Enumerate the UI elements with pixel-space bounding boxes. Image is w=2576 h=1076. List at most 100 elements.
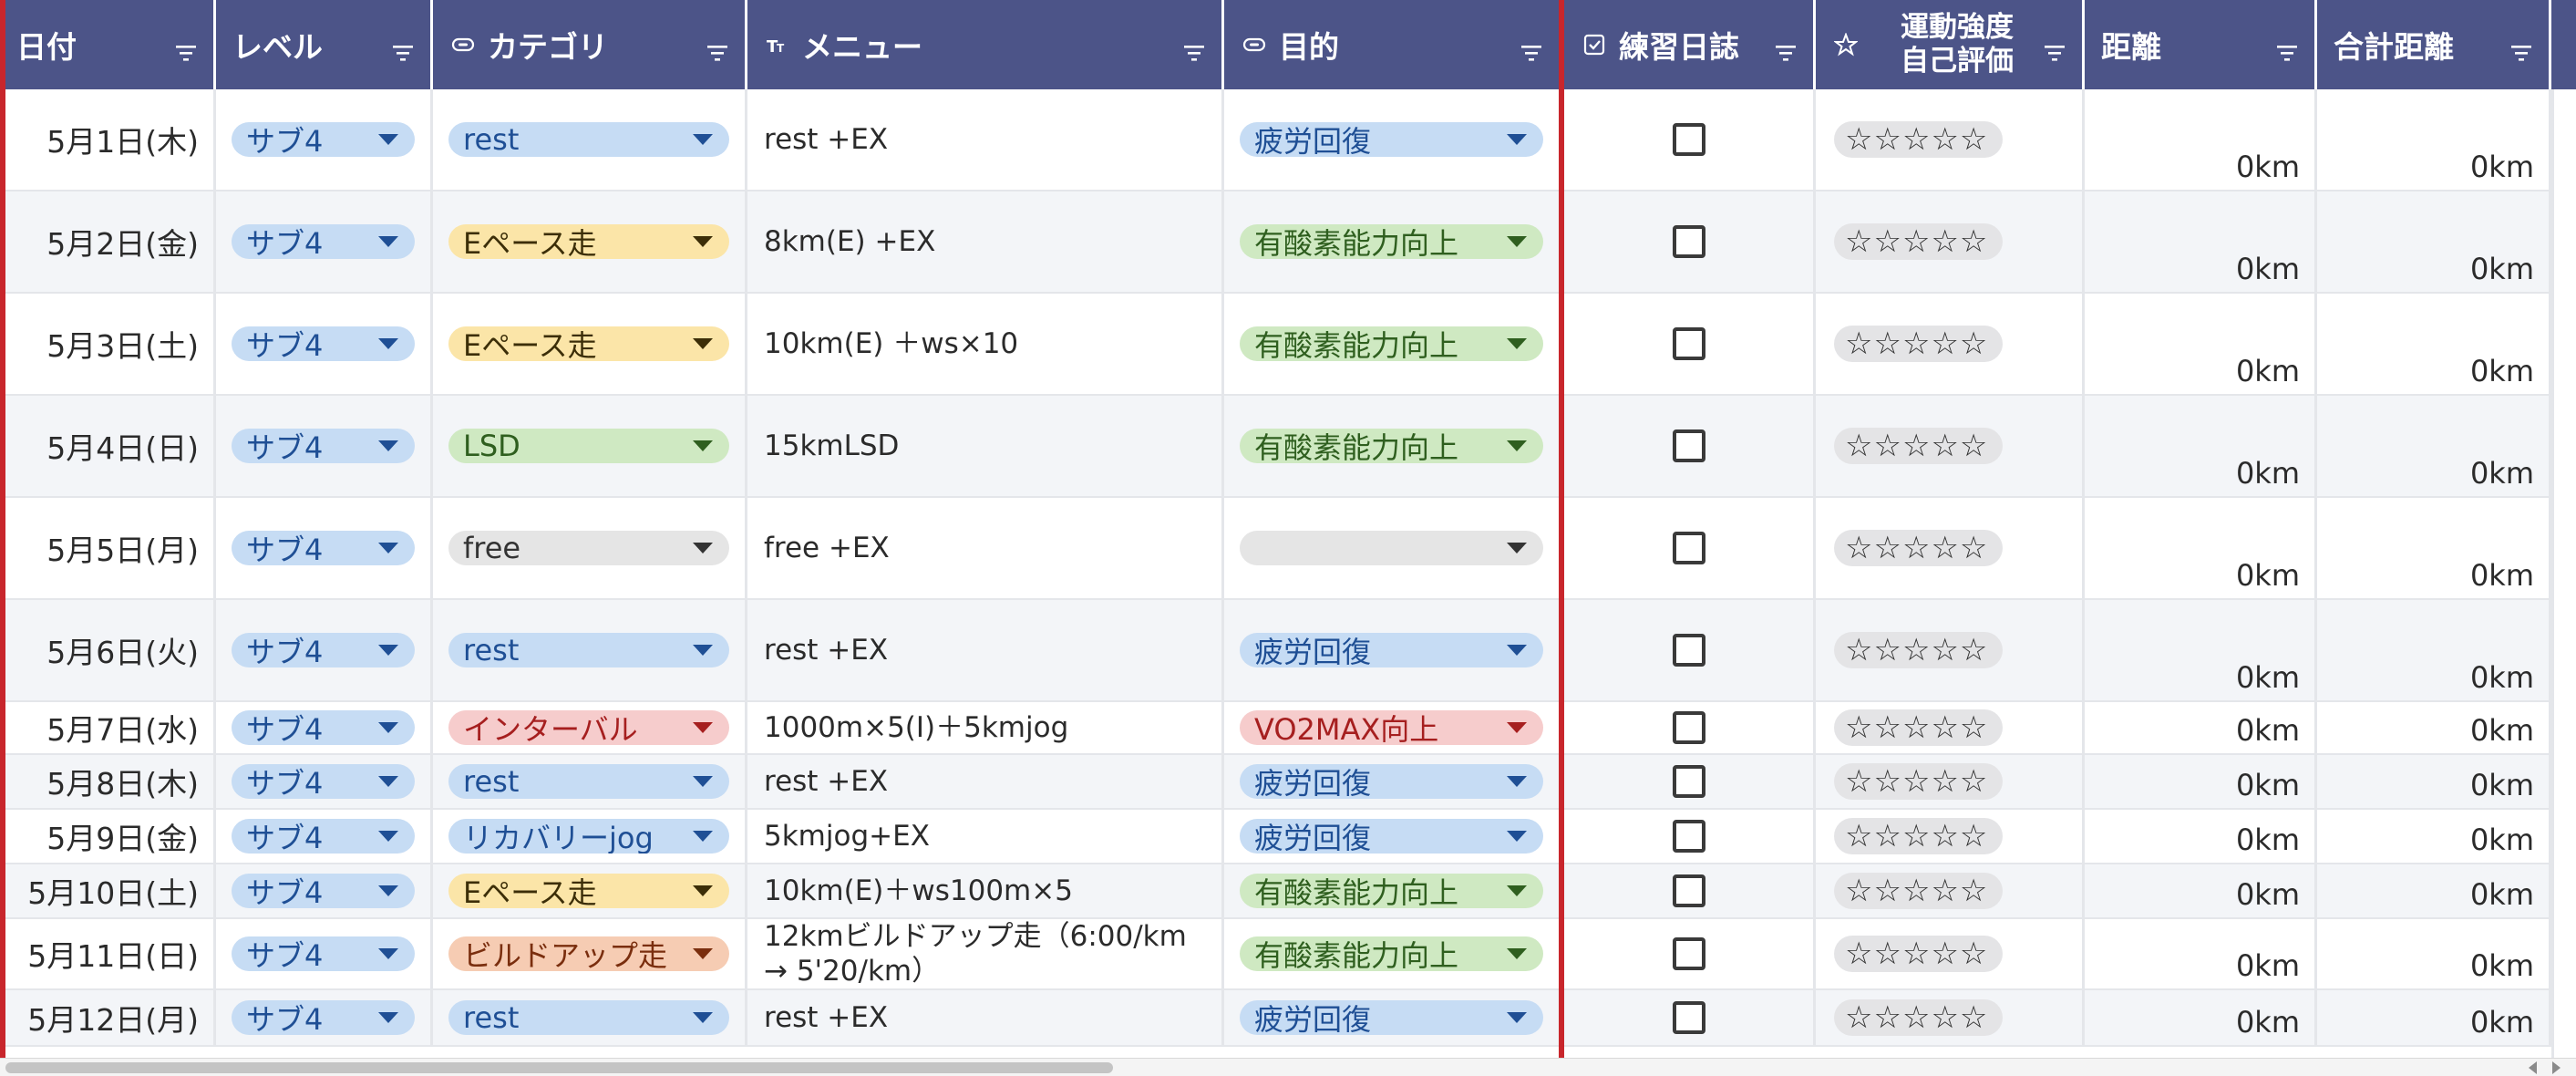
- star-rating[interactable]: ☆☆☆☆☆: [1834, 999, 2004, 1036]
- star-rating[interactable]: ☆☆☆☆☆: [1834, 936, 2004, 972]
- column-header-distance[interactable]: 距離: [2085, 0, 2317, 89]
- distance-cell[interactable]: 0km: [2085, 810, 2317, 864]
- menu-cell[interactable]: 5kmjog+EX: [747, 810, 1224, 864]
- log-cell[interactable]: [1564, 919, 1816, 990]
- purpose-cell[interactable]: [1224, 498, 1561, 600]
- date-cell[interactable]: 5月2日(金): [0, 191, 216, 294]
- practice-log-checkbox[interactable]: [1672, 937, 1705, 970]
- rating-cell[interactable]: ☆☆☆☆☆: [1816, 191, 2085, 294]
- category-cell[interactable]: rest: [433, 89, 747, 191]
- total-distance-cell[interactable]: 0km: [2317, 864, 2551, 919]
- category-select[interactable]: Eペース走: [448, 326, 729, 361]
- level-cell[interactable]: サブ4: [216, 600, 433, 702]
- distance-cell[interactable]: 0km: [2085, 864, 2317, 919]
- level-cell[interactable]: サブ4: [216, 294, 433, 396]
- column-header-total[interactable]: 合計距離: [2317, 0, 2551, 89]
- frozen-column-divider[interactable]: [1559, 0, 1564, 1058]
- purpose-cell[interactable]: 有酸素能力向上: [1224, 919, 1561, 990]
- filter-icon[interactable]: [2276, 35, 2298, 61]
- column-header-date[interactable]: 日付: [0, 0, 216, 89]
- date-cell[interactable]: 5月4日(日): [0, 396, 216, 498]
- practice-log-checkbox[interactable]: [1672, 429, 1705, 462]
- practice-log-checkbox[interactable]: [1672, 327, 1705, 360]
- purpose-cell[interactable]: VO2MAX向上: [1224, 702, 1561, 755]
- distance-cell[interactable]: 0km: [2085, 498, 2317, 600]
- total-distance-cell[interactable]: 0km: [2317, 990, 2551, 1047]
- rating-cell[interactable]: ☆☆☆☆☆: [1816, 89, 2085, 191]
- log-cell[interactable]: [1564, 864, 1816, 919]
- scrollbar-thumb[interactable]: [5, 1062, 1113, 1073]
- log-cell[interactable]: [1564, 396, 1816, 498]
- distance-cell[interactable]: 0km: [2085, 396, 2317, 498]
- category-cell[interactable]: ビルドアップ走: [433, 919, 747, 990]
- category-select[interactable]: rest: [448, 764, 729, 799]
- category-cell[interactable]: LSD: [433, 396, 747, 498]
- category-cell[interactable]: rest: [433, 990, 747, 1047]
- practice-log-checkbox[interactable]: [1672, 532, 1705, 564]
- level-cell[interactable]: サブ4: [216, 990, 433, 1047]
- menu-cell[interactable]: rest +EX: [747, 89, 1224, 191]
- level-cell[interactable]: サブ4: [216, 755, 433, 810]
- level-cell[interactable]: サブ4: [216, 702, 433, 755]
- category-select[interactable]: rest: [448, 633, 729, 667]
- log-cell[interactable]: [1564, 191, 1816, 294]
- level-cell[interactable]: サブ4: [216, 498, 433, 600]
- rating-cell[interactable]: ☆☆☆☆☆: [1816, 498, 2085, 600]
- date-cell[interactable]: 5月10日(土): [0, 864, 216, 919]
- menu-cell[interactable]: 15kmLSD: [747, 396, 1224, 498]
- menu-cell[interactable]: 1000m×5(I)＋5kmjog: [747, 702, 1224, 755]
- category-select[interactable]: rest: [448, 122, 729, 157]
- column-header-category[interactable]: カテゴリ: [433, 0, 747, 89]
- total-distance-cell[interactable]: 0km: [2317, 702, 2551, 755]
- filter-icon[interactable]: [392, 35, 414, 61]
- practice-log-checkbox[interactable]: [1672, 634, 1705, 667]
- category-select[interactable]: ビルドアップ走: [448, 936, 729, 971]
- category-cell[interactable]: Eペース走: [433, 294, 747, 396]
- level-cell[interactable]: サブ4: [216, 810, 433, 864]
- level-select[interactable]: サブ4: [232, 633, 415, 667]
- level-select[interactable]: サブ4: [232, 122, 415, 157]
- level-select[interactable]: サブ4: [232, 429, 415, 463]
- menu-cell[interactable]: 8km(E) +EX: [747, 191, 1224, 294]
- category-cell[interactable]: rest: [433, 600, 747, 702]
- practice-log-checkbox[interactable]: [1672, 874, 1705, 907]
- distance-cell[interactable]: 0km: [2085, 755, 2317, 810]
- purpose-select[interactable]: 疲労回復: [1240, 819, 1543, 854]
- star-rating[interactable]: ☆☆☆☆☆: [1834, 530, 2004, 566]
- purpose-select[interactable]: VO2MAX向上: [1240, 710, 1543, 745]
- rating-cell[interactable]: ☆☆☆☆☆: [1816, 702, 2085, 755]
- purpose-select[interactable]: 疲労回復: [1240, 764, 1543, 799]
- level-cell[interactable]: サブ4: [216, 89, 433, 191]
- level-select[interactable]: サブ4: [232, 224, 415, 259]
- log-cell[interactable]: [1564, 294, 1816, 396]
- level-cell[interactable]: サブ4: [216, 919, 433, 990]
- practice-log-checkbox[interactable]: [1672, 225, 1705, 258]
- level-select[interactable]: サブ4: [232, 874, 415, 908]
- purpose-select[interactable]: 有酸素能力向上: [1240, 429, 1543, 463]
- date-cell[interactable]: 5月12日(月): [0, 990, 216, 1047]
- distance-cell[interactable]: 0km: [2085, 89, 2317, 191]
- menu-cell[interactable]: 10km(E)＋ws100m×5: [747, 864, 1224, 919]
- star-rating[interactable]: ☆☆☆☆☆: [1834, 121, 2004, 158]
- menu-cell[interactable]: 10km(E) ＋ws×10: [747, 294, 1224, 396]
- star-rating[interactable]: ☆☆☆☆☆: [1834, 326, 2004, 362]
- total-distance-cell[interactable]: 0km: [2317, 810, 2551, 864]
- level-select[interactable]: サブ4: [232, 710, 415, 745]
- category-select[interactable]: free: [448, 531, 729, 565]
- filter-icon[interactable]: [1775, 35, 1797, 61]
- date-cell[interactable]: 5月9日(金): [0, 810, 216, 864]
- purpose-cell[interactable]: 疲労回復: [1224, 810, 1561, 864]
- level-select[interactable]: サブ4: [232, 326, 415, 361]
- date-cell[interactable]: 5月1日(木): [0, 89, 216, 191]
- category-cell[interactable]: インターバル: [433, 702, 747, 755]
- log-cell[interactable]: [1564, 600, 1816, 702]
- purpose-select[interactable]: 疲労回復: [1240, 633, 1543, 667]
- rating-cell[interactable]: ☆☆☆☆☆: [1816, 600, 2085, 702]
- category-cell[interactable]: free: [433, 498, 747, 600]
- filter-icon[interactable]: [1183, 35, 1205, 61]
- purpose-cell[interactable]: 有酸素能力向上: [1224, 294, 1561, 396]
- rating-cell[interactable]: ☆☆☆☆☆: [1816, 396, 2085, 498]
- distance-cell[interactable]: 0km: [2085, 600, 2317, 702]
- star-rating[interactable]: ☆☆☆☆☆: [1834, 223, 2004, 260]
- filter-icon[interactable]: [1520, 35, 1542, 61]
